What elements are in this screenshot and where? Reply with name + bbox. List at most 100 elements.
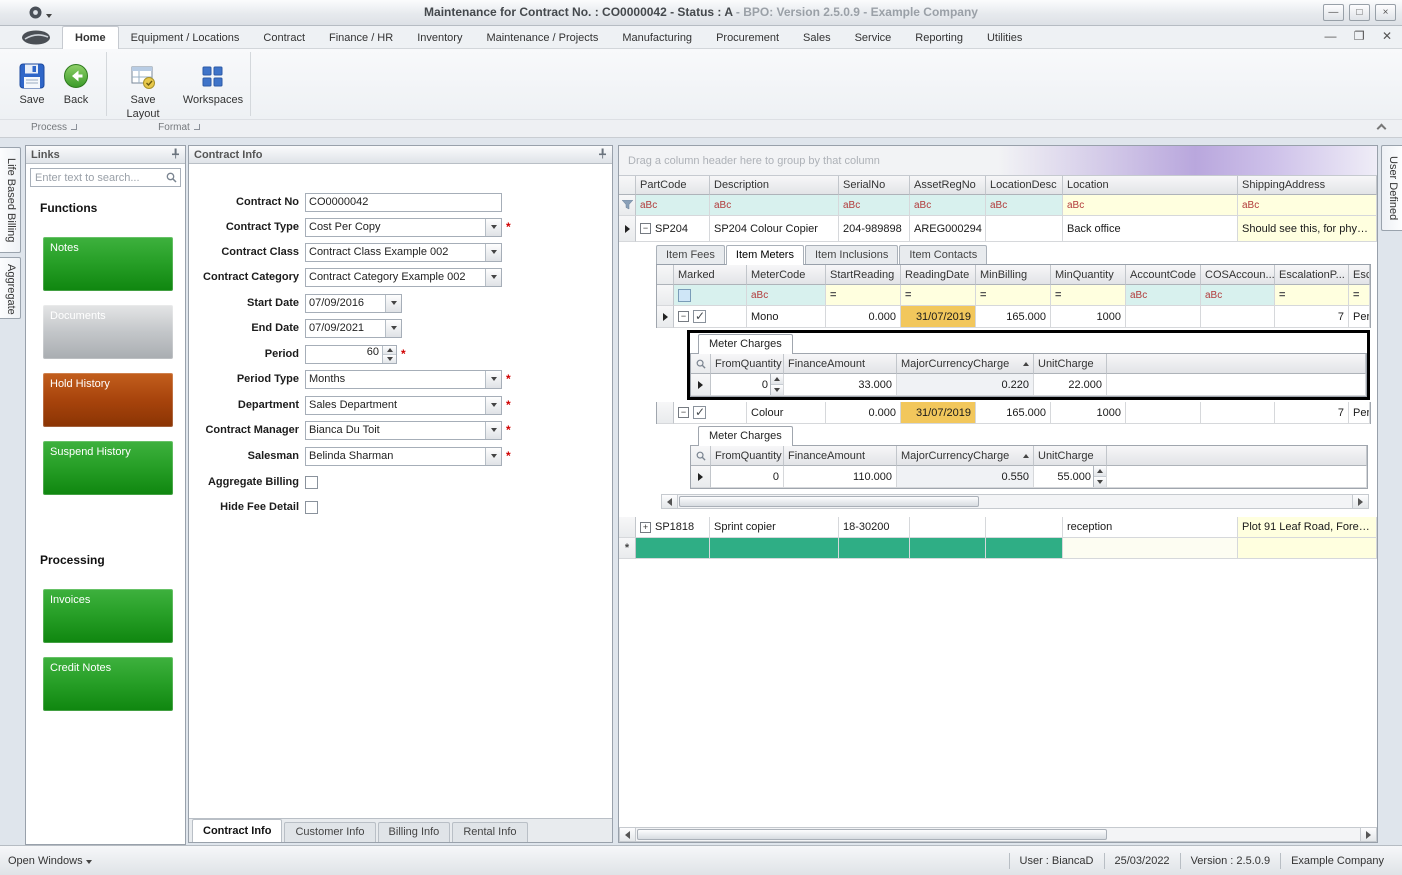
filter-cell-location[interactable]: aBc bbox=[1063, 195, 1238, 216]
chevron-down-icon[interactable] bbox=[485, 269, 501, 286]
tab-contract-info[interactable]: Contract Info bbox=[192, 819, 282, 842]
ribbon-tab-equipment-locations[interactable]: Equipment / Locations bbox=[119, 27, 252, 49]
ribbon-tab-reporting[interactable]: Reporting bbox=[903, 27, 975, 49]
filter-cell-shippingaddress[interactable]: aBc bbox=[1238, 195, 1377, 216]
chevron-down-icon[interactable] bbox=[485, 371, 501, 388]
save-layout-button[interactable]: Save Layout bbox=[114, 52, 172, 116]
table-row-mono[interactable]: Mono 0.000 31/07/2019 165.000 1000 7 Per… bbox=[657, 306, 1370, 328]
ribbon-tab-finance-hr[interactable]: Finance / HR bbox=[317, 27, 405, 49]
scrollbar-thumb[interactable] bbox=[679, 496, 979, 507]
charges-header-indicator[interactable] bbox=[691, 446, 711, 466]
collapse-icon[interactable] bbox=[678, 407, 689, 418]
cell-financeamount[interactable]: 33.000 bbox=[784, 374, 897, 396]
tab-aggregate[interactable]: Aggregate bbox=[0, 257, 21, 319]
column-header-majorcurrencycharge[interactable]: MajorCurrencyCharge bbox=[897, 446, 1034, 466]
cell-shippingaddress[interactable] bbox=[1238, 538, 1377, 559]
column-header-minbilling[interactable]: MinBilling bbox=[976, 265, 1051, 285]
charges-header-indicator[interactable] bbox=[691, 354, 711, 374]
cell-esc[interactable]: Per bbox=[1349, 402, 1370, 424]
notes-button[interactable]: Notes bbox=[43, 237, 173, 291]
open-windows-button[interactable]: Open Windows bbox=[8, 855, 92, 867]
tab-item-inclusions[interactable]: Item Inclusions bbox=[805, 245, 898, 264]
window-close-icon[interactable]: ✕ bbox=[1382, 29, 1392, 43]
ribbon-tab-sales[interactable]: Sales bbox=[791, 27, 843, 49]
end-date-picker[interactable]: 07/09/2021 bbox=[305, 319, 402, 338]
column-header-assetregno[interactable]: AssetRegNo bbox=[910, 176, 986, 195]
column-header-financeamount[interactable]: FinanceAmount bbox=[784, 354, 897, 374]
ribbon-tab-home[interactable]: Home bbox=[62, 26, 119, 50]
cell-partcode[interactable] bbox=[636, 538, 710, 559]
column-header-escalationp[interactable]: EscalationP... bbox=[1275, 265, 1349, 285]
cell-metercode[interactable]: Colour bbox=[747, 402, 826, 424]
close-button[interactable]: × bbox=[1375, 4, 1396, 21]
cell-serialno[interactable]: 18-30200 bbox=[839, 517, 910, 538]
ribbon-collapse-icon[interactable] bbox=[1374, 122, 1388, 134]
column-header-majorcurrencycharge[interactable]: MajorCurrencyCharge bbox=[897, 354, 1034, 374]
cell-locationdesc[interactable] bbox=[986, 216, 1063, 242]
cell-assetregno[interactable] bbox=[910, 538, 986, 559]
scroll-right-icon[interactable] bbox=[1352, 495, 1368, 508]
cell-assetregno[interactable] bbox=[910, 517, 986, 538]
documents-button[interactable]: Documents bbox=[43, 305, 173, 359]
ribbon-tab-procurement[interactable]: Procurement bbox=[704, 27, 791, 49]
column-header-metercode[interactable]: MeterCode bbox=[747, 265, 826, 285]
scroll-left-icon[interactable] bbox=[662, 495, 678, 508]
table-row-mono-charge[interactable]: 0 33.000 0.220 22.000 bbox=[691, 374, 1366, 396]
chevron-down-icon[interactable] bbox=[385, 295, 401, 312]
ribbon-tab-inventory[interactable]: Inventory bbox=[405, 27, 474, 49]
column-header-serialno[interactable]: SerialNo bbox=[839, 176, 910, 195]
cell-fromquantity-editor[interactable]: 0 bbox=[711, 374, 784, 396]
maximize-button[interactable]: □ bbox=[1349, 4, 1370, 21]
hide-fee-detail-checkbox[interactable] bbox=[305, 501, 318, 514]
cell-unitcharge[interactable]: 22.000 bbox=[1034, 374, 1107, 396]
cell-description[interactable]: SP204 Colour Copier bbox=[710, 216, 839, 242]
start-date-picker[interactable]: 07/09/2016 bbox=[305, 294, 402, 313]
cell-esc[interactable]: Perc bbox=[1349, 306, 1370, 328]
new-row[interactable]: * bbox=[619, 538, 1377, 559]
period-type-select[interactable]: Months bbox=[305, 370, 502, 389]
workspaces-button[interactable]: Workspaces bbox=[178, 52, 248, 116]
filter-cell-locationdesc[interactable]: aBc bbox=[986, 195, 1063, 216]
column-header-readingdate[interactable]: ReadingDate bbox=[901, 265, 976, 285]
ribbon-tab-maintenance-projects[interactable]: Maintenance / Projects bbox=[474, 27, 610, 49]
tab-rental-info[interactable]: Rental Info bbox=[452, 822, 527, 842]
column-header-fromquantity[interactable]: FromQuantity bbox=[711, 354, 784, 374]
column-header-partcode[interactable]: PartCode bbox=[636, 176, 710, 195]
scroll-right-icon[interactable] bbox=[1360, 828, 1376, 841]
grid-horizontal-scrollbar[interactable] bbox=[619, 827, 1377, 842]
column-header-cosaccount[interactable]: COSAccoun... bbox=[1201, 265, 1275, 285]
table-row-sp1818[interactable]: SP1818 Sprint copier 18-30200 reception … bbox=[619, 517, 1377, 538]
contract-manager-select[interactable]: Bianca Du Toit bbox=[305, 421, 502, 440]
ribbon-tab-manufacturing[interactable]: Manufacturing bbox=[610, 27, 704, 49]
search-icon[interactable] bbox=[166, 172, 177, 183]
marked-filter-checkbox[interactable] bbox=[678, 289, 691, 302]
hold-history-button[interactable]: Hold History bbox=[43, 373, 173, 427]
column-header-shippingaddress[interactable]: ShippingAddress bbox=[1238, 176, 1377, 195]
filter-cell-assetregno[interactable]: aBc bbox=[910, 195, 986, 216]
salesman-select[interactable]: Belinda Sharman bbox=[305, 447, 502, 466]
cell-majorcurrencycharge[interactable]: 0.550 bbox=[897, 466, 1034, 488]
minimize-button[interactable]: — bbox=[1323, 4, 1344, 21]
cell-minbilling[interactable]: 165.000 bbox=[976, 402, 1051, 424]
column-header-accountcode[interactable]: AccountCode bbox=[1126, 265, 1201, 285]
cell-fromquantity[interactable]: 0 bbox=[711, 466, 784, 488]
table-row-colour-charge[interactable]: 0 110.000 0.550 55.000 bbox=[691, 466, 1367, 488]
contract-no-input[interactable] bbox=[305, 193, 502, 212]
cell-assetregno[interactable]: AREG000294 bbox=[910, 216, 986, 242]
column-header-minquantity[interactable]: MinQuantity bbox=[1051, 265, 1126, 285]
cell-accountcode[interactable] bbox=[1126, 306, 1201, 328]
tab-item-fees[interactable]: Item Fees bbox=[656, 245, 725, 264]
column-header-fromquantity[interactable]: FromQuantity bbox=[711, 446, 784, 466]
pin-icon[interactable] bbox=[171, 148, 180, 162]
cell-financeamount[interactable]: 110.000 bbox=[784, 466, 897, 488]
cell-readingdate[interactable]: 31/07/2019 bbox=[901, 402, 976, 424]
cell-escalationp[interactable]: 7 bbox=[1275, 402, 1349, 424]
cell-unitcharge-editor[interactable]: 55.000 bbox=[1034, 466, 1107, 488]
search-input[interactable] bbox=[30, 168, 181, 187]
spinner-down-icon[interactable] bbox=[383, 355, 396, 363]
spinner-up-icon[interactable] bbox=[1094, 466, 1106, 477]
filter-cell-description[interactable]: aBc bbox=[710, 195, 839, 216]
marked-checkbox[interactable] bbox=[693, 406, 706, 419]
chevron-down-icon[interactable] bbox=[485, 219, 501, 236]
invoices-button[interactable]: Invoices bbox=[43, 589, 173, 643]
